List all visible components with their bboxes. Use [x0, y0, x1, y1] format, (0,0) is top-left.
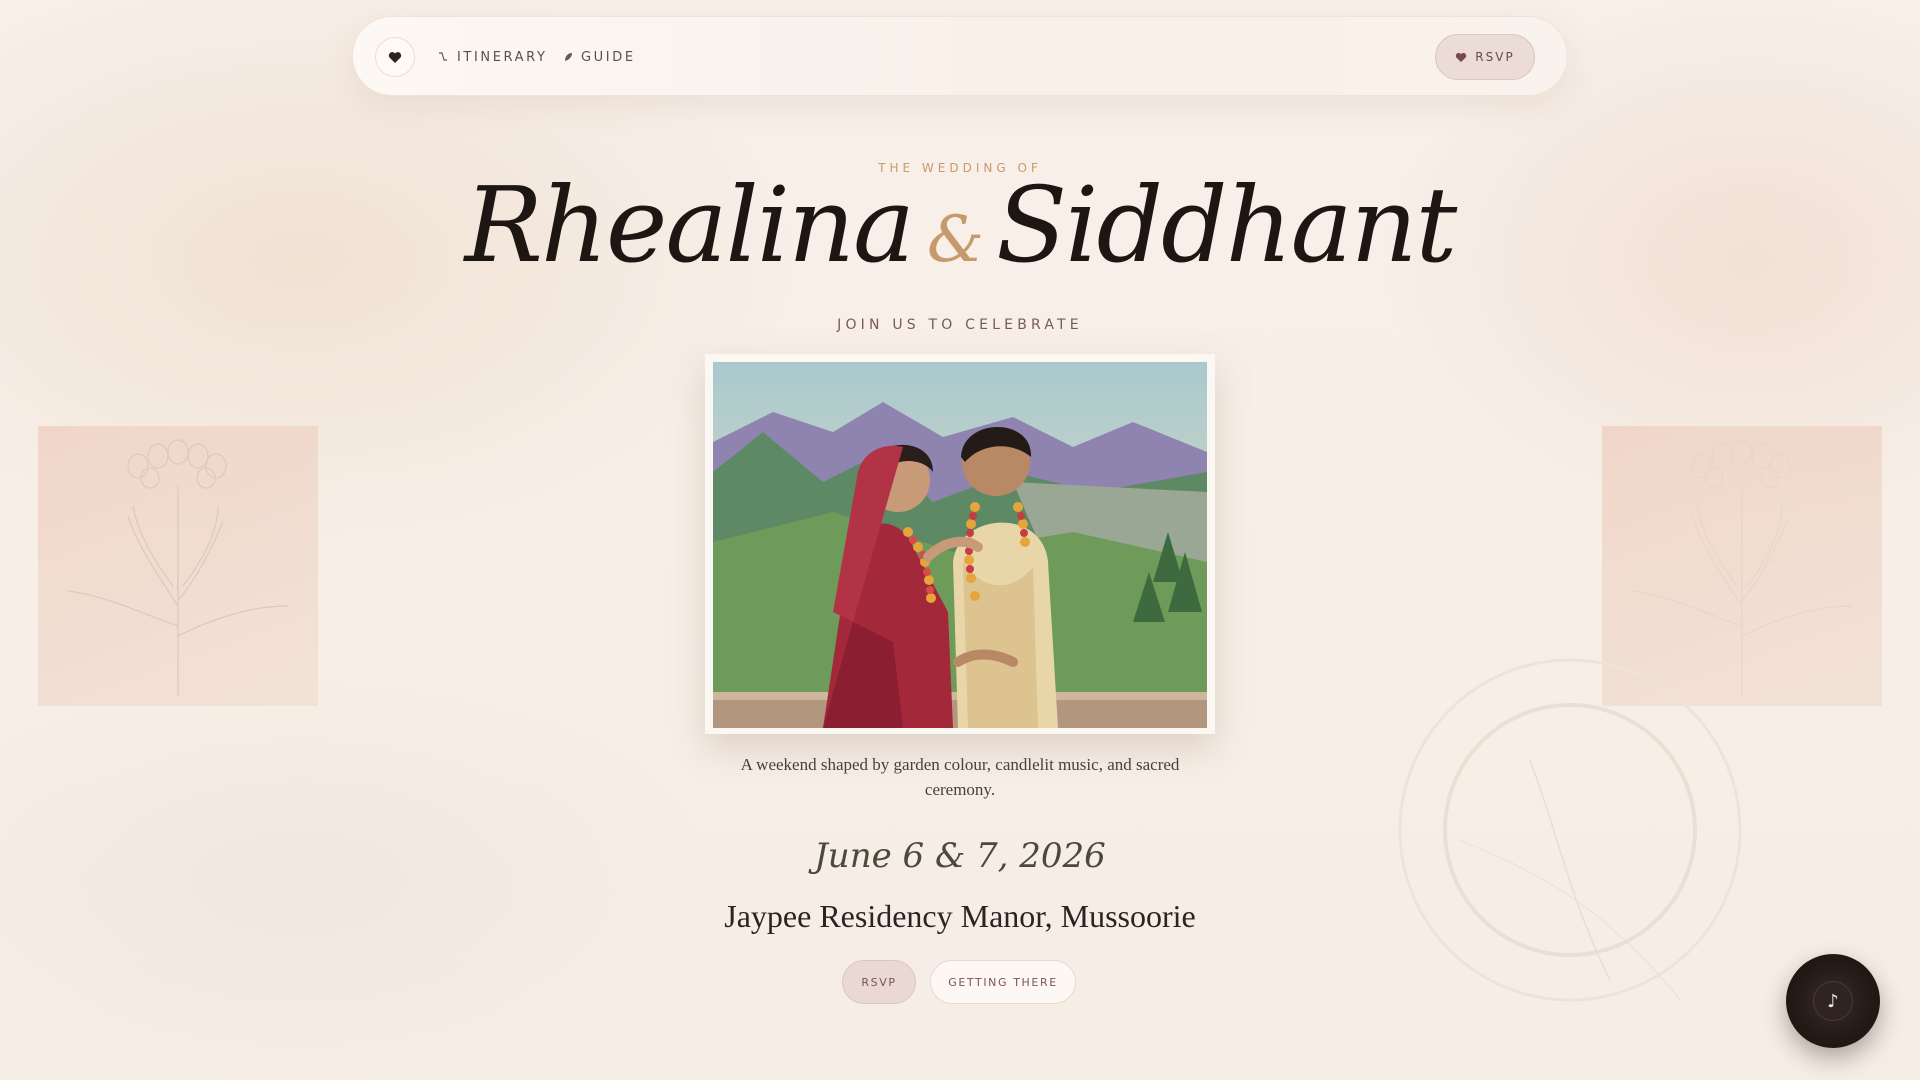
heart-icon — [388, 51, 402, 63]
home-heart-button[interactable] — [375, 37, 415, 77]
getting-there-label: GETTING THERE — [948, 975, 1058, 989]
flower-icon — [1631, 439, 1853, 696]
route-icon — [439, 52, 447, 61]
couple-illustration — [713, 362, 1207, 728]
couple-photo-frame — [705, 354, 1215, 734]
floral-illustration-right — [1602, 426, 1882, 706]
rsvp-button[interactable]: RSVP — [842, 960, 916, 1004]
wedding-venue: Jaypee Residency Manor, Mussoorie — [724, 898, 1196, 934]
rsvp-button-label: RSVP — [861, 975, 897, 989]
leaf-icon — [565, 53, 572, 61]
flower-icon — [67, 439, 289, 696]
music-note-icon: ♪ — [1813, 981, 1853, 1021]
names-ampersand: & — [926, 203, 984, 277]
music-toggle-button[interactable]: ♪ — [1786, 954, 1880, 1048]
rsvp-nav-label: RSVP — [1475, 50, 1515, 64]
floral-illustration-left — [38, 426, 318, 706]
nav-guide-label: GUIDE — [581, 49, 636, 65]
name-one: Rhealina — [464, 164, 915, 286]
hero-tagline: A weekend shaped by garden colour, candl… — [740, 755, 1180, 799]
couple-names: Rhealina & Siddhant — [0, 160, 1920, 290]
nav-itinerary-label: ITINERARY — [457, 49, 548, 65]
wedding-date: June 6 & 7, 2026 — [814, 836, 1106, 876]
name-two: Siddhant — [995, 164, 1457, 286]
rsvp-nav-button[interactable]: RSVP — [1435, 34, 1535, 80]
getting-there-button[interactable]: GETTING THERE — [930, 960, 1076, 1004]
nav-guide-link[interactable]: GUIDE — [563, 45, 636, 69]
heart-icon — [1456, 52, 1467, 62]
top-nav-bar: ITINERARY GUIDE RSVP — [352, 16, 1568, 96]
nav-itinerary-link[interactable]: ITINERARY — [437, 45, 548, 69]
join-us-heading: JOIN US TO CELEBRATE — [837, 317, 1083, 333]
